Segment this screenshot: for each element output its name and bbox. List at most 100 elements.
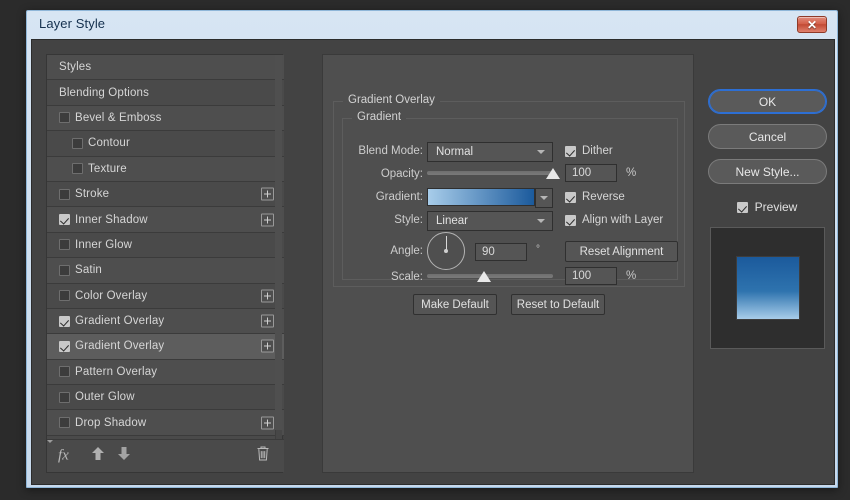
style-item-checkbox[interactable] — [59, 239, 70, 250]
style-list-item[interactable]: Gradient Overlay — [47, 309, 284, 334]
cancel-button[interactable]: Cancel — [708, 124, 827, 149]
style-item-checkbox[interactable] — [72, 138, 83, 149]
add-effect-icon[interactable] — [261, 213, 274, 226]
align-with-layer-label: Align with Layer — [582, 214, 663, 226]
style-list-item[interactable]: Drop Shadow — [47, 410, 284, 435]
gradient-overlay-group: Gradient Overlay Gradient Blend Mode: No… — [333, 101, 685, 287]
arrow-down-icon[interactable] — [117, 446, 131, 466]
gradient-label: Gradient: — [338, 191, 423, 203]
opacity-value: 100 — [572, 167, 591, 179]
style-item-checkbox[interactable] — [59, 265, 70, 276]
style-list-item[interactable]: Texture — [47, 157, 284, 182]
align-with-layer-checkbox-row[interactable]: Align with Layer — [565, 214, 663, 226]
style-item-label: Blending Options — [59, 87, 149, 99]
scale-slider-knob[interactable] — [477, 271, 491, 282]
dither-checkbox[interactable] — [565, 146, 576, 157]
styles-list-scrollbar[interactable] — [275, 55, 282, 440]
style-item-label: Texture — [88, 163, 127, 175]
preview-checkbox-row[interactable]: Preview — [705, 200, 829, 214]
style-label: Style: — [338, 214, 423, 226]
style-item-checkbox[interactable] — [72, 163, 83, 174]
style-item-label: Styles — [59, 61, 91, 73]
scale-input[interactable]: 100 — [565, 267, 617, 285]
style-item-checkbox[interactable] — [59, 392, 70, 403]
styles-list[interactable]: Styles Blending Options Bevel & Emboss Cont… — [47, 55, 284, 440]
style-item-checkbox[interactable] — [59, 214, 70, 225]
preview-checkbox[interactable] — [737, 202, 748, 213]
angle-dial-hub — [444, 249, 448, 253]
fx-dropdown-caret-icon[interactable] — [47, 440, 53, 443]
style-list-item[interactable]: Bevel & Emboss — [47, 106, 284, 131]
add-effect-icon[interactable] — [261, 416, 274, 429]
gradient-picker[interactable] — [427, 188, 553, 208]
style-item-label: Contour — [88, 137, 130, 149]
style-item-label: Inner Shadow — [75, 214, 148, 226]
style-dropdown[interactable]: Linear — [427, 211, 553, 231]
opacity-input[interactable]: 100 — [565, 164, 617, 182]
style-list-item[interactable]: Styles — [47, 55, 284, 80]
preview-box — [710, 227, 825, 349]
style-list-item[interactable]: Inner Glow — [47, 233, 284, 258]
close-icon: ✕ — [798, 16, 826, 34]
blend-mode-dropdown[interactable]: Normal — [427, 142, 553, 162]
new-style-button[interactable]: New Style... — [708, 159, 827, 184]
style-item-label: Satin — [75, 264, 102, 276]
style-value: Linear — [436, 215, 468, 227]
style-list-item[interactable]: Stroke — [47, 182, 284, 207]
style-item-checkbox[interactable] — [59, 189, 70, 200]
arrow-up-icon[interactable] — [91, 446, 105, 466]
angle-label: Angle: — [338, 245, 423, 257]
trash-icon[interactable] — [256, 446, 270, 467]
gradient-swatch[interactable] — [427, 188, 535, 206]
style-item-checkbox[interactable] — [59, 417, 70, 428]
scale-label: Scale: — [338, 271, 423, 283]
opacity-unit: % — [626, 167, 636, 179]
style-item-label: Bevel & Emboss — [75, 112, 161, 124]
style-item-label: Outer Glow — [75, 391, 135, 403]
preview-thumbnail — [736, 256, 800, 320]
opacity-label: Opacity: — [338, 168, 423, 180]
ok-button[interactable]: OK — [708, 89, 827, 114]
style-item-label: Gradient Overlay — [75, 340, 164, 352]
scale-slider[interactable] — [427, 268, 553, 284]
style-item-label: Gradient Overlay — [75, 315, 164, 327]
dialog-body: Styles Blending Options Bevel & Emboss Cont… — [31, 39, 835, 485]
reset-alignment-button[interactable]: Reset Alignment — [565, 241, 678, 262]
gradient-subgroup: Gradient Blend Mode: Normal Dither Opaci… — [342, 118, 678, 280]
add-effect-icon[interactable] — [261, 315, 274, 328]
style-item-checkbox[interactable] — [59, 112, 70, 123]
style-item-checkbox[interactable] — [59, 290, 70, 301]
dither-checkbox-row[interactable]: Dither — [565, 145, 613, 157]
close-button[interactable]: ✕ — [797, 16, 827, 33]
style-list-item[interactable]: Color Overlay — [47, 284, 284, 309]
style-item-label: Inner Glow — [75, 239, 132, 251]
style-list-item[interactable]: Satin — [47, 258, 284, 283]
angle-input[interactable]: 90 — [475, 243, 527, 261]
styles-list-scroll-thumb[interactable] — [275, 55, 282, 430]
opacity-slider[interactable] — [427, 165, 553, 181]
style-list-item[interactable]: Contour — [47, 131, 284, 156]
reverse-label: Reverse — [582, 191, 625, 203]
reverse-checkbox[interactable] — [565, 192, 576, 203]
style-item-checkbox[interactable] — [59, 341, 70, 352]
style-list-item[interactable]: Blending Options — [47, 80, 284, 105]
make-default-button[interactable]: Make Default — [413, 294, 497, 315]
add-effect-icon[interactable] — [261, 188, 274, 201]
add-effect-icon[interactable] — [261, 340, 274, 353]
reverse-checkbox-row[interactable]: Reverse — [565, 191, 625, 203]
reset-to-default-button[interactable]: Reset to Default — [511, 294, 605, 315]
align-with-layer-checkbox[interactable] — [565, 215, 576, 226]
blend-mode-label: Blend Mode: — [338, 145, 423, 157]
style-list-item[interactable]: Pattern Overlay — [47, 360, 284, 385]
style-list-item[interactable]: Inner Shadow — [47, 207, 284, 232]
gradient-dropdown-button[interactable] — [535, 188, 553, 208]
style-list-item[interactable]: Outer Glow — [47, 385, 284, 410]
fx-icon[interactable]: fx — [58, 448, 69, 465]
angle-dial[interactable] — [427, 232, 465, 270]
chevron-down-icon — [537, 219, 545, 223]
style-item-checkbox[interactable] — [59, 316, 70, 327]
style-item-checkbox[interactable] — [59, 366, 70, 377]
add-effect-icon[interactable] — [261, 289, 274, 302]
opacity-slider-knob[interactable] — [546, 168, 560, 179]
style-list-item[interactable]: Gradient Overlay — [47, 334, 284, 359]
